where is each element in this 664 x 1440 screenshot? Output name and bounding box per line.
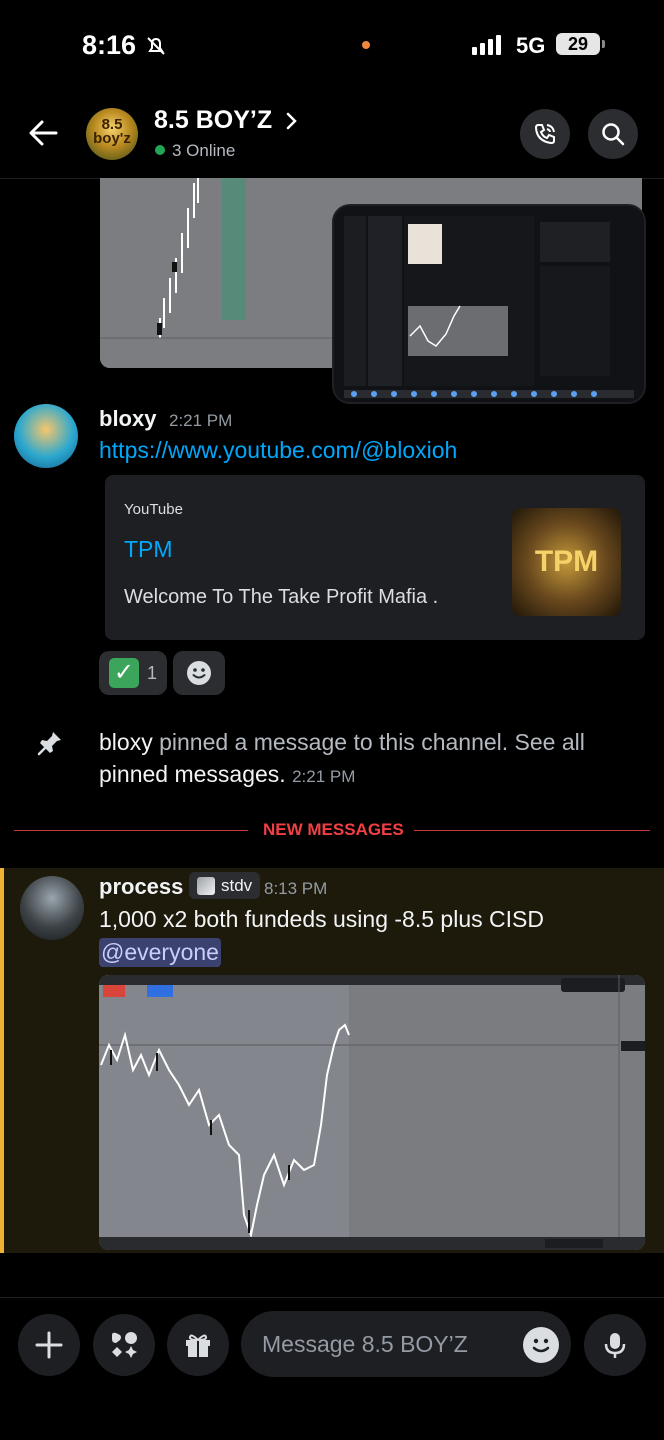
new-messages-label: NEW MESSAGES — [263, 820, 404, 839]
status-time: 8:16 — [82, 30, 137, 60]
gift-button[interactable] — [167, 1314, 229, 1376]
search-icon — [602, 123, 625, 146]
avatar-process[interactable] — [20, 876, 84, 940]
composer-divider — [0, 1297, 664, 1298]
online-count: 3 Online — [172, 141, 236, 160]
author-name[interactable]: bloxy — [99, 406, 156, 432]
screenshot-image-attachment[interactable] — [332, 204, 646, 404]
author-name[interactable]: process — [99, 874, 183, 900]
message-input-placeholder[interactable]: Message 8.5 BOY’Z — [262, 1331, 468, 1358]
reaction-check[interactable]: ✓ 1 — [99, 651, 167, 695]
smiley-icon — [532, 1338, 550, 1353]
smiley-icon — [187, 661, 211, 685]
add-attachment-button[interactable] — [18, 1314, 80, 1376]
system-actor[interactable]: bloxy — [99, 729, 153, 755]
apps-icon — [112, 1332, 137, 1358]
gift-icon — [186, 1334, 210, 1357]
message-timestamp: 2:21 PM — [169, 411, 233, 430]
message-timestamp: 8:13 PM — [264, 879, 328, 898]
system-text: pinned a message to this channel. See al… — [152, 729, 585, 755]
system-pin-message: bloxy pinned a message to this channel. … — [99, 726, 619, 793]
message-link[interactable]: https://www.youtube.com/@bloxioh — [99, 437, 457, 464]
new-messages-line — [414, 830, 650, 831]
privacy-indicator-dot — [362, 41, 370, 49]
pin-icon — [37, 732, 61, 756]
voice-call-button[interactable] — [520, 109, 570, 159]
check-mark-icon: ✓ — [108, 658, 139, 688]
add-reaction-button[interactable] — [173, 651, 225, 695]
channel-title[interactable]: 8.5 BOY’Z — [154, 106, 272, 135]
back-arrow-icon[interactable] — [26, 115, 62, 151]
chevron-right-icon[interactable] — [284, 108, 300, 134]
chart-image-attachment[interactable] — [99, 975, 645, 1250]
everyone-mention[interactable]: @everyone — [99, 938, 221, 967]
embed-provider[interactable]: YouTube — [124, 501, 183, 518]
role-name: stdv — [221, 875, 253, 895]
server-avatar[interactable]: 8.5 boy'z — [86, 108, 138, 160]
microphone-icon — [604, 1333, 626, 1358]
battery-tip — [602, 40, 605, 48]
role-tag[interactable]: stdv — [189, 872, 261, 899]
battery-icon: 29 — [556, 33, 600, 55]
new-messages-line — [14, 830, 248, 831]
bell-muted-icon — [147, 37, 165, 55]
message-content: 1,000 x2 both fundeds using -8.5 plus CI… — [99, 906, 544, 932]
desktop-screenshot-image — [334, 206, 644, 402]
pinned-messages-link[interactable]: pinned messages. — [99, 761, 286, 787]
online-status-dot — [155, 145, 165, 155]
embed-thumbnail[interactable]: TPM — [512, 508, 621, 616]
emoji-button[interactable] — [523, 1327, 559, 1363]
embed-title[interactable]: TPM — [124, 536, 173, 563]
system-timestamp: 2:21 PM — [292, 767, 356, 786]
plus-icon — [35, 1331, 63, 1359]
network-type: 5G — [516, 33, 546, 58]
apps-button[interactable] — [93, 1314, 155, 1376]
role-icon — [197, 876, 215, 895]
futures-chart-image — [99, 975, 645, 1250]
search-button[interactable] — [588, 109, 638, 159]
mention-highlight-bar — [0, 868, 4, 1253]
embed-description: Welcome To The Take Profit Mafia . — [124, 586, 439, 608]
voice-message-button[interactable] — [584, 1314, 646, 1376]
phone-icon — [534, 124, 555, 145]
reaction-count: 1 — [146, 662, 157, 683]
cellular-signal-icon — [472, 35, 501, 55]
avatar-bloxy[interactable] — [14, 404, 78, 468]
